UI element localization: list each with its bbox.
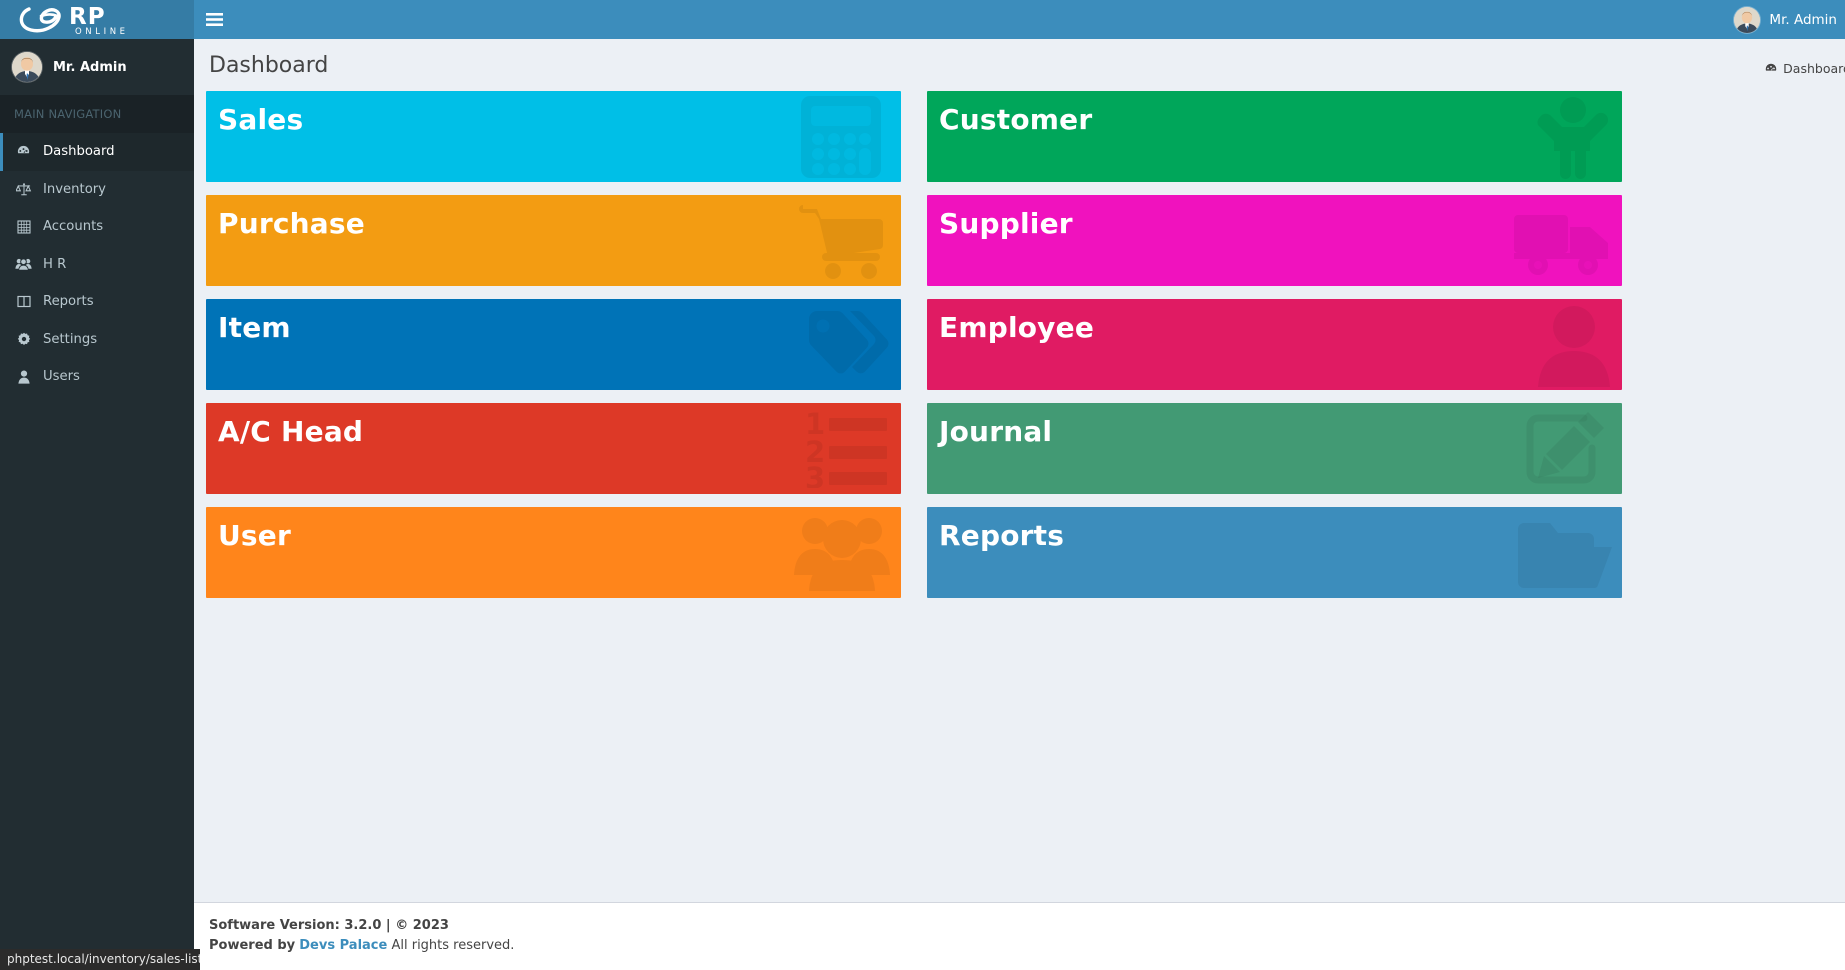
sidebar-item-hr[interactable]: H R [0,246,194,284]
tile-employee[interactable]: Employee [927,299,1622,390]
status-bar-url: phptest.local/inventory/sales-list [0,949,200,970]
tile-item[interactable]: Item [206,299,901,390]
tile-purchase[interactable]: Purchase [206,195,901,286]
sidebar-user-name: Mr. Admin [53,59,127,75]
columns-icon [14,295,33,308]
sidebar-user-panel[interactable]: Mr. Admin [0,39,194,95]
balance-scale-icon [14,182,33,197]
tile-grid: Sales Purchase Item A/C Head 1 2 3 User … [194,91,1845,611]
sidebar-item-label: Users [43,369,80,385]
tile-user[interactable]: User [206,507,901,598]
page-title: Dashboard [209,53,329,78]
tile-customer[interactable]: Customer [927,91,1622,182]
gear-icon [14,332,33,346]
avatar [12,52,42,82]
dashboard-page: RP ONLINE Mr. Admin MAIN NAVIGATION Dash… [0,0,1845,970]
sidebar-item-dashboard[interactable]: Dashboard [0,133,194,171]
sidebar-item-label: Dashboard [43,144,115,160]
tile-title: Purchase [218,207,365,240]
hamburger-icon[interactable] [194,0,234,39]
app-logo[interactable]: RP ONLINE [0,0,194,39]
calculator-grid-icon [14,220,33,234]
sidebar-item-label: Settings [43,331,98,347]
child-icon [1534,95,1612,179]
tags-icon [795,305,891,385]
footer-powered-line: Powered by Devs Palace All rights reserv… [209,936,1830,956]
page-footer: Software Version: 3.2.0 | © 2023 Powered… [194,902,1845,970]
user-menu[interactable]: Mr. Admin [1734,6,1837,33]
calculator-icon [799,94,891,180]
sidebar-item-users[interactable]: Users [0,358,194,396]
tile-title: A/C Head [218,415,364,448]
edit-pencil-icon [1524,408,1612,490]
user-icon [14,370,33,384]
dashboard-icon [1764,62,1778,76]
sidebar-nav: Dashboard Inventory Accounts H R Reports… [0,133,194,396]
content-header: Dashboard Dashboard [194,39,1845,91]
top-user-name: Mr. Admin [1769,11,1837,28]
tile-title: Supplier [939,207,1073,240]
tile-title: Journal [939,415,1053,448]
footer-rights: All rights reserved. [391,938,515,953]
footer-version: Software Version: 3.2.0 | © 2023 [209,918,449,933]
tile-ac-head[interactable]: A/C Head 1 2 3 [206,403,901,494]
tile-title: Employee [939,311,1095,344]
svg-text:3: 3 [805,461,825,488]
numbered-list-icon: 1 2 3 [803,410,891,488]
tile-title: Sales [218,103,304,136]
sidebar-item-settings[interactable]: Settings [0,321,194,359]
sidebar-item-label: Accounts [43,219,104,235]
sidebar-item-inventory[interactable]: Inventory [0,171,194,209]
footer-version-line: Software Version: 3.2.0 | © 2023 [209,916,1830,936]
sidebar: RP ONLINE Mr. Admin MAIN NAVIGATION Dash… [0,0,194,970]
tile-journal[interactable]: Journal [927,403,1622,494]
content-area: Dashboard Dashboard Sales Purchase Item … [194,39,1845,970]
sidebar-item-label: Inventory [43,181,106,197]
breadcrumb-label: Dashboard [1783,61,1845,76]
tile-sales[interactable]: Sales [206,91,901,182]
tile-title: User [218,519,292,552]
footer-powered-prefix: Powered by [209,938,296,953]
devs-palace-link[interactable]: Devs Palace [299,938,387,953]
shopping-cart-icon [799,201,891,281]
logo-mark: RP ONLINE [17,3,177,37]
user-portrait-icon [1536,303,1612,387]
breadcrumb[interactable]: Dashboard [1764,61,1845,76]
avatar [1734,6,1761,33]
tile-title: Item [218,311,291,344]
sidebar-item-accounts[interactable]: Accounts [0,208,194,246]
tile-column-left: Sales Purchase Item A/C Head 1 2 3 User [206,91,901,611]
top-navbar: Mr. Admin [194,0,1845,39]
sidebar-item-reports[interactable]: Reports [0,283,194,321]
tile-supplier[interactable]: Supplier [927,195,1622,286]
tile-title: Customer [939,103,1093,136]
users-group-icon [793,513,891,593]
sidebar-item-label: Reports [43,294,94,310]
tile-column-right: Customer Supplier Employee Journal Repor… [927,91,1622,611]
tile-title: Reports [939,519,1065,552]
users-group-icon [14,257,33,271]
sidebar-section-header: MAIN NAVIGATION [0,95,194,133]
truck-icon [1512,205,1612,277]
svg-text:ONLINE: ONLINE [75,27,129,37]
folder-open-icon [1516,517,1612,589]
sidebar-item-label: H R [43,256,67,272]
tile-reports[interactable]: Reports [927,507,1622,598]
dashboard-icon [14,144,33,159]
